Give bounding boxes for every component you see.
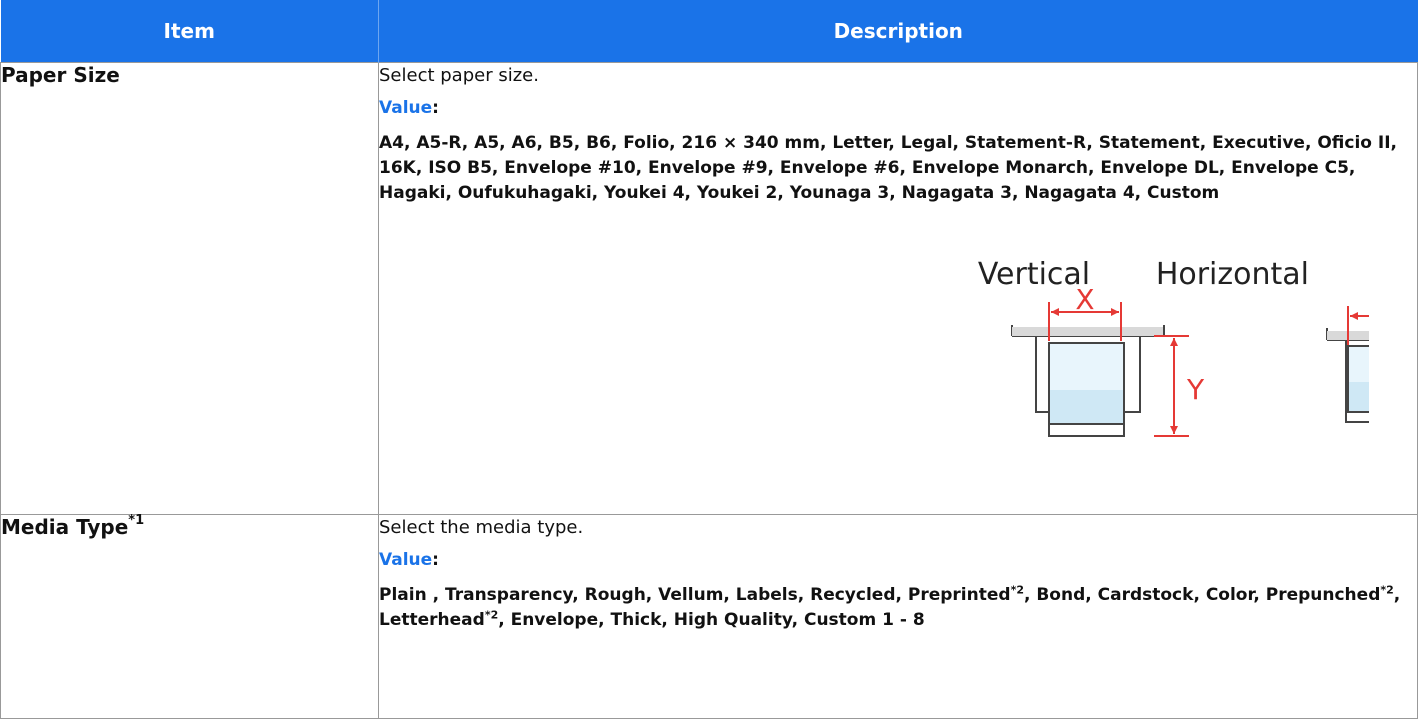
orientation-figure: Vertical X Y Horizontal [379,206,1417,484]
value-footnote: *2 [1010,583,1024,597]
value-text: Plain , Transparency, Rough, Vellum, Lab… [379,585,1011,605]
vertical-paper-illustration [1011,302,1189,437]
description-lead: Select paper size. [379,65,539,86]
description-lead: Select the media type. [379,517,584,538]
vertical-label: Vertical [978,257,1090,292]
header-row: Item Description [0,0,1418,63]
item-label: Paper Size [1,63,120,87]
value-heading: Value: [379,96,1417,121]
value-text: , Bond, Cardstock, Color, Prepunched [1023,585,1381,605]
vertical-y-marker: Y [1186,373,1205,406]
value-heading: Value: [379,548,1417,573]
horizontal-paper-illustration [1326,306,1369,423]
item-footnote: *1 [128,513,145,529]
vertical-x-marker: X [1075,283,1094,316]
item-cell: Paper Size [0,62,379,515]
item-label: Media Type [1,515,129,539]
value-list: A4, A5-R, A5, A6, B5, B6, Folio, 216 × 3… [379,133,1397,203]
spec-table: Item Description Paper Size Select paper… [0,0,1418,719]
value-footnote: *2 [1380,583,1394,597]
table-row-media-type: Media Type*1 Select the media type. Valu… [0,513,1418,719]
table-row-paper-size: Paper Size Select paper size. Value: A4,… [0,62,1418,515]
value-footnote: *2 [484,608,499,622]
horizontal-label: Horizontal [1156,257,1309,292]
description-cell: Select the media type. Value: Plain , Tr… [378,514,1418,719]
value-colon: : [432,550,439,570]
value-label: Value [379,98,433,118]
orientation-diagram: Vertical X Y Horizontal [978,257,1369,437]
header-item: Item [0,0,379,63]
value-list: Plain , Transparency, Rough, Vellum, Lab… [379,583,1417,633]
header-description: Description [378,0,1418,63]
value-label: Value [379,550,433,570]
value-text: , Envelope, Thick, High Quality, Custom … [498,610,925,630]
value-colon: : [432,98,439,118]
description-cell: Select paper size. Value: A4, A5-R, A5, … [378,62,1418,515]
item-cell: Media Type*1 [0,513,379,719]
